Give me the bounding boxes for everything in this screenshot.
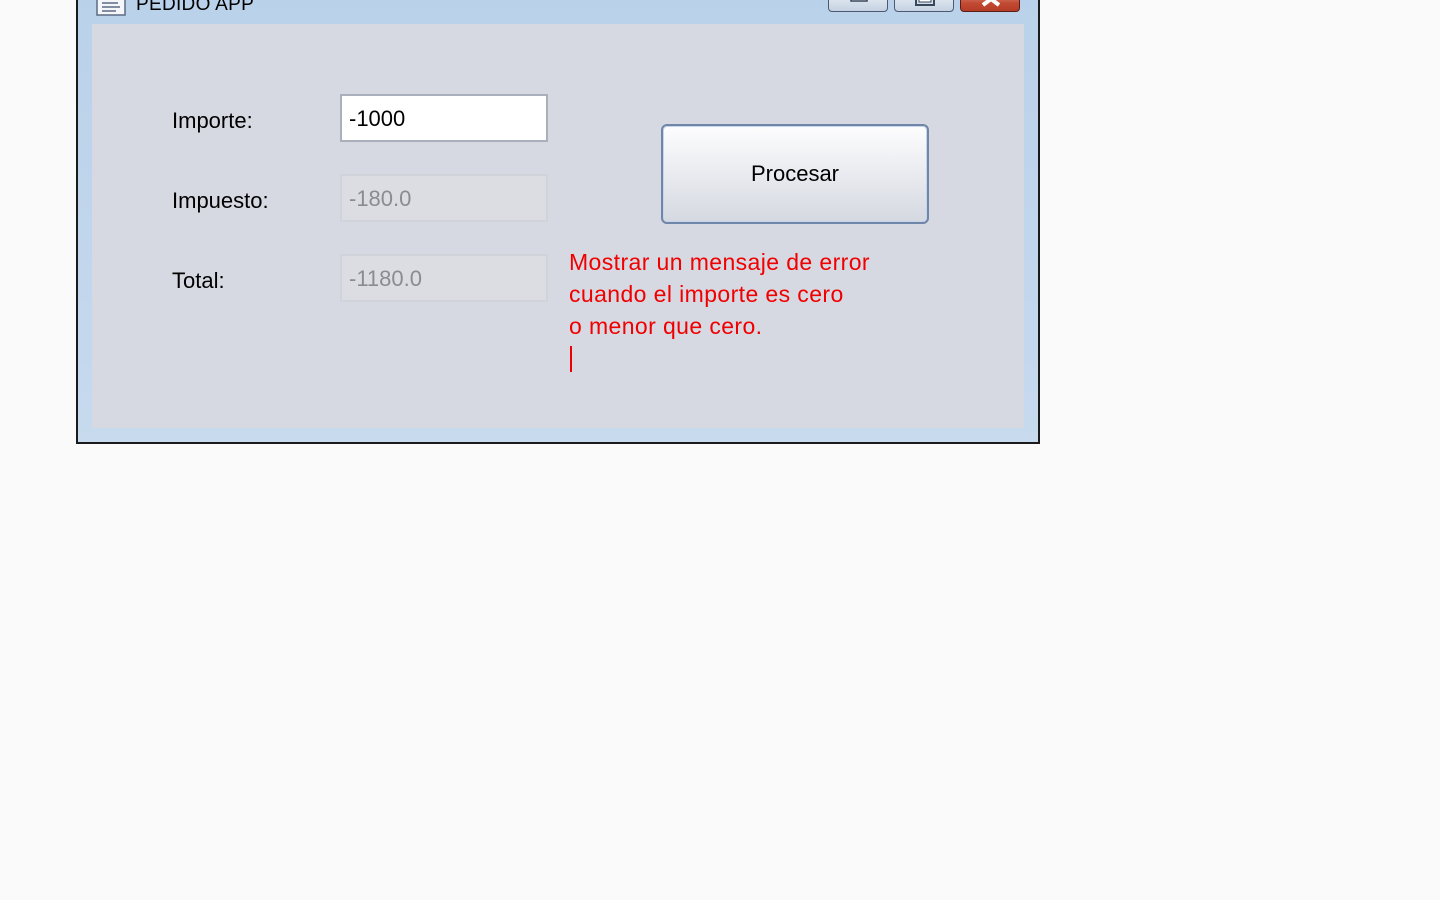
error-note-line: cuando el importe es cero [569,281,844,307]
text-caret [570,346,572,372]
procesar-button[interactable]: Procesar [661,124,929,224]
maximize-icon [915,0,935,6]
window-title: PEDIDO APP [136,0,255,15]
error-note-line: o menor que cero. [569,313,763,339]
importe-label: Importe: [172,108,253,133]
app-window: PEDIDO APP Importe: -1000 Impuesto: -180… [76,0,1040,444]
importe-input[interactable]: -1000 [340,94,548,142]
close-button[interactable] [960,0,1020,12]
app-document-icon [96,0,126,16]
minimize-button[interactable] [828,0,888,12]
impuesto-label: Impuesto: [172,188,269,213]
minimize-icon [850,0,868,2]
close-icon [981,0,1001,7]
total-field: -1180.0 [340,254,548,302]
error-note[interactable]: Mostrar un mensaje de error cuando el im… [569,246,870,342]
total-label: Total: [172,268,225,293]
maximize-button[interactable] [894,0,954,12]
impuesto-field: -180.0 [340,174,548,222]
form-panel: Importe: -1000 Impuesto: -180.0 Total: -… [92,24,1024,428]
error-note-line: Mostrar un mensaje de error [569,249,870,275]
title-bar[interactable]: PEDIDO APP [78,0,1038,24]
